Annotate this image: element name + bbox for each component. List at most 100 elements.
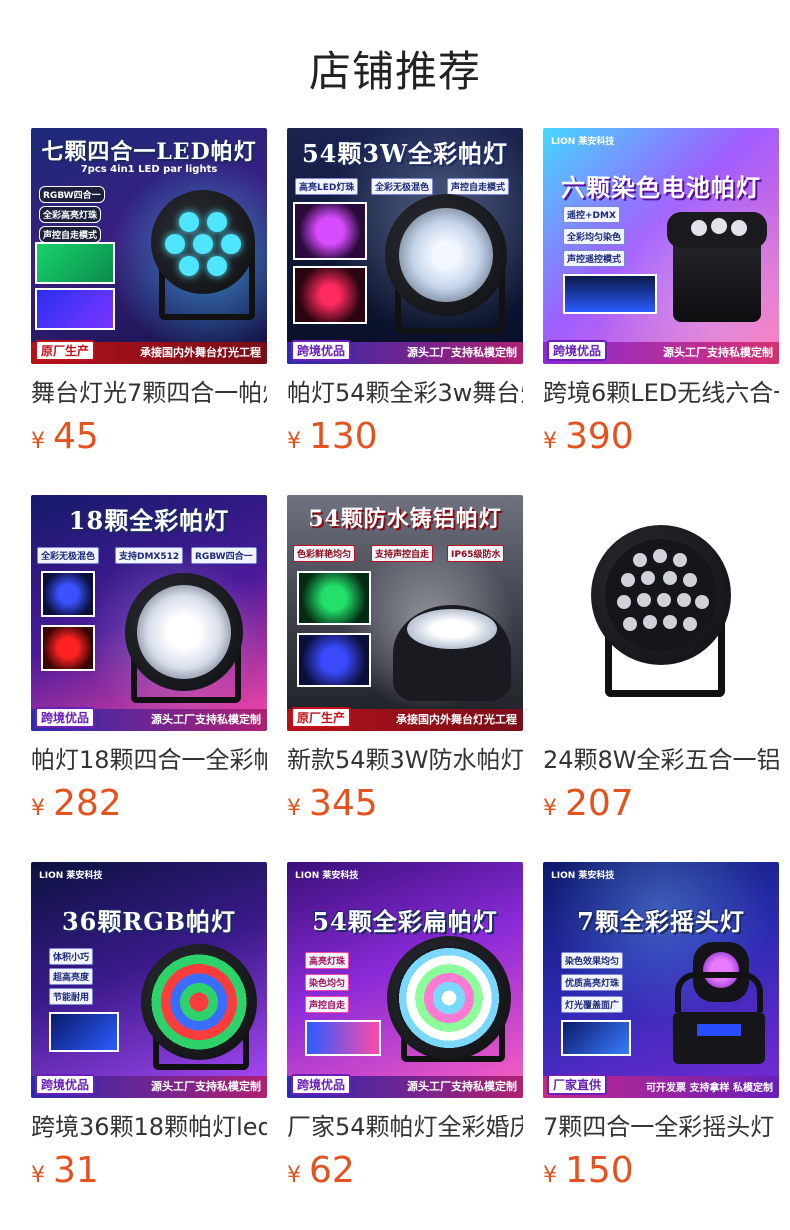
image-headline: 36颗RGB帕灯 [61, 907, 237, 936]
currency-symbol: ¥ [543, 1163, 557, 1188]
image-badge: 原厂生产 [35, 340, 96, 361]
product-image[interactable]: LION 莱安科技 7颗全彩摇头灯 染色效果均匀 优质高亮灯珠 灯光覆盖面广 厂… [543, 862, 779, 1098]
image-tag: 声控遥控模式 [563, 250, 626, 267]
currency-symbol: ¥ [287, 796, 301, 821]
price-value: 62 [309, 1150, 355, 1191]
image-headline: 7颗全彩摇头灯 [577, 907, 745, 936]
par-light-icon [583, 525, 743, 705]
product-card[interactable]: LION 莱安科技 六颗染色电池帕灯 遥控+DMX 全彩均匀染色 声控遥控模式 … [543, 128, 779, 458]
product-card[interactable]: 18颗全彩帕灯 全彩无极混色 支持DMX512 RGBW四合一 跨境优品 源头工… [31, 495, 267, 825]
product-image[interactable]: 54颗3W全彩帕灯 高亮LED灯珠 全彩无极混色 声控自走模式 跨境优品 源头工… [287, 128, 523, 364]
product-card[interactable]: LION 莱安科技 36颗RGB帕灯 体积小巧 超高亮度 节能耐用 跨境优品 源… [31, 862, 267, 1192]
image-banner: 承接国内外舞台灯光工程 [140, 346, 261, 359]
image-tag: 全彩无极混色 [371, 178, 434, 195]
image-banner: 源头工厂支持私模定制 [663, 346, 773, 359]
price-value: 150 [565, 1150, 634, 1191]
image-tag: 遥控+DMX [563, 206, 620, 223]
product-name[interactable]: 7颗四合一全彩摇头灯 [543, 1112, 779, 1142]
image-tag: 灯光覆盖面广 [561, 996, 624, 1013]
product-name[interactable]: 新款54颗3W防水帕灯 [287, 745, 523, 775]
par-light-icon [385, 194, 515, 334]
image-badge: 跨境优品 [291, 340, 352, 361]
image-headline: 18颗全彩帕灯 [68, 506, 230, 535]
image-tag: 超高亮度 [49, 968, 94, 985]
product-price: ¥345 [287, 783, 523, 824]
product-card[interactable]: 54颗3W全彩帕灯 高亮LED灯珠 全彩无极混色 声控自走模式 跨境优品 源头工… [287, 128, 523, 458]
currency-symbol: ¥ [287, 1163, 301, 1188]
product-image[interactable]: LION 莱安科技 54颗全彩扁帕灯 高亮灯珠 染色均匀 声控自走 跨境优品 源… [287, 862, 523, 1098]
image-headline: 54颗防水铸铝帕灯 [308, 506, 502, 532]
image-tag: 高亮LED灯珠 [295, 178, 359, 195]
image-headline: 六颗染色电池帕灯 [561, 173, 761, 202]
product-name[interactable]: 跨境36颗18颗帕灯led [31, 1112, 267, 1142]
flat-par-light-icon [387, 936, 517, 1066]
product-name[interactable]: 帕灯54颗全彩3w舞台灯 [287, 378, 523, 408]
brand-logo: LION 莱安科技 [295, 871, 359, 881]
image-subline: 7pcs 4in1 LED par lights [80, 164, 218, 175]
price-value: 282 [53, 783, 122, 824]
product-price: ¥31 [31, 1150, 267, 1191]
image-badge: 跨境优品 [35, 707, 96, 728]
price-value: 45 [53, 416, 99, 457]
currency-symbol: ¥ [31, 429, 45, 454]
price-value: 207 [565, 783, 634, 824]
product-name[interactable]: 跨境6颗LED无线六合一电池帕灯 [543, 378, 779, 408]
image-badge: 厂家直供 [547, 1074, 608, 1095]
par-light-icon [121, 573, 251, 703]
price-value: 390 [565, 416, 634, 457]
image-tag: 高亮灯珠 [305, 952, 350, 969]
product-name[interactable]: 舞台灯光7颗四合一帕灯 [31, 378, 267, 408]
image-headline: 七颗四合一LED帕灯 [41, 139, 257, 165]
image-tag: 声控自走模式 [447, 178, 510, 195]
image-headline: 54颗全彩扁帕灯 [312, 907, 498, 936]
product-price: ¥130 [287, 416, 523, 457]
image-badge: 原厂生产 [291, 707, 352, 728]
image-tag: 全彩无极混色 [37, 547, 100, 564]
product-card[interactable]: 七颗四合一LED帕灯 7pcs 4in1 LED par lights RGBW… [31, 128, 267, 458]
image-tag: 支持DMX512 [115, 547, 184, 564]
brand-logo: LION 莱安科技 [39, 871, 103, 881]
image-banner: 源头工厂支持私模定制 [407, 346, 517, 359]
product-image[interactable]: 七颗四合一LED帕灯 7pcs 4in1 LED par lights RGBW… [31, 128, 267, 364]
product-name[interactable]: 帕灯18颗四合一全彩帕灯 [31, 745, 267, 775]
product-image[interactable]: LION 莱安科技 36颗RGB帕灯 体积小巧 超高亮度 节能耐用 跨境优品 源… [31, 862, 267, 1098]
image-badge: 跨境优品 [547, 340, 608, 361]
image-tag: 全彩高亮灯珠 [39, 206, 102, 223]
currency-symbol: ¥ [543, 796, 557, 821]
image-banner: 源头工厂支持私模定制 [151, 1080, 261, 1093]
image-tag: 染色均匀 [305, 974, 350, 991]
image-banner: 源头工厂支持私模定制 [151, 713, 261, 726]
product-card[interactable]: LION 莱安科技 7颗全彩摇头灯 染色效果均匀 优质高亮灯珠 灯光覆盖面广 厂… [543, 862, 779, 1192]
image-tag: 声控自走 [305, 996, 350, 1013]
brand-logo: LION 莱安科技 [551, 871, 615, 881]
product-card[interactable]: 24颗8W全彩五合一铝帕灯 ¥207 [543, 495, 779, 825]
product-name[interactable]: 厂家54颗帕灯全彩婚庆 [287, 1112, 523, 1142]
waterproof-par-light-icon [387, 595, 517, 705]
image-badge: 跨境优品 [35, 1074, 96, 1095]
product-card[interactable]: LION 莱安科技 54颗全彩扁帕灯 高亮灯珠 染色均匀 声控自走 跨境优品 源… [287, 862, 523, 1192]
image-banner: 可开发票 支持拿样 私模定制 [646, 1083, 773, 1094]
product-price: ¥390 [543, 416, 779, 457]
product-image[interactable] [543, 495, 779, 731]
moving-head-light-icon [667, 942, 771, 1072]
image-headline: 54颗3W全彩帕灯 [301, 139, 509, 168]
image-tag: 节能耐用 [49, 988, 94, 1005]
page-title: 店铺推荐 [308, 47, 481, 96]
image-tag: 全彩均匀染色 [563, 228, 626, 245]
product-image[interactable]: 18颗全彩帕灯 全彩无极混色 支持DMX512 RGBW四合一 跨境优品 源头工… [31, 495, 267, 731]
product-image[interactable]: LION 莱安科技 六颗染色电池帕灯 遥控+DMX 全彩均匀染色 声控遥控模式 … [543, 128, 779, 364]
brand-logo: LION 莱安科技 [551, 137, 615, 147]
image-tag: IP65级防水 [447, 545, 505, 562]
image-banner: 源头工厂支持私模定制 [407, 1080, 517, 1093]
product-price: ¥282 [31, 783, 267, 824]
currency-symbol: ¥ [543, 429, 557, 454]
image-tag: 优质高亮灯珠 [561, 974, 624, 991]
product-name[interactable]: 24颗8W全彩五合一铝帕灯 [543, 745, 779, 775]
currency-symbol: ¥ [31, 796, 45, 821]
currency-symbol: ¥ [287, 429, 301, 454]
product-image[interactable]: 54颗防水铸铝帕灯 色彩鲜艳均匀 支持声控自走 IP65级防水 原厂生产 承接国… [287, 495, 523, 731]
product-price: ¥207 [543, 783, 779, 824]
product-card[interactable]: 54颗防水铸铝帕灯 色彩鲜艳均匀 支持声控自走 IP65级防水 原厂生产 承接国… [287, 495, 523, 825]
image-tag: 色彩鲜艳均匀 [293, 545, 356, 562]
par-light-icon [141, 190, 261, 330]
